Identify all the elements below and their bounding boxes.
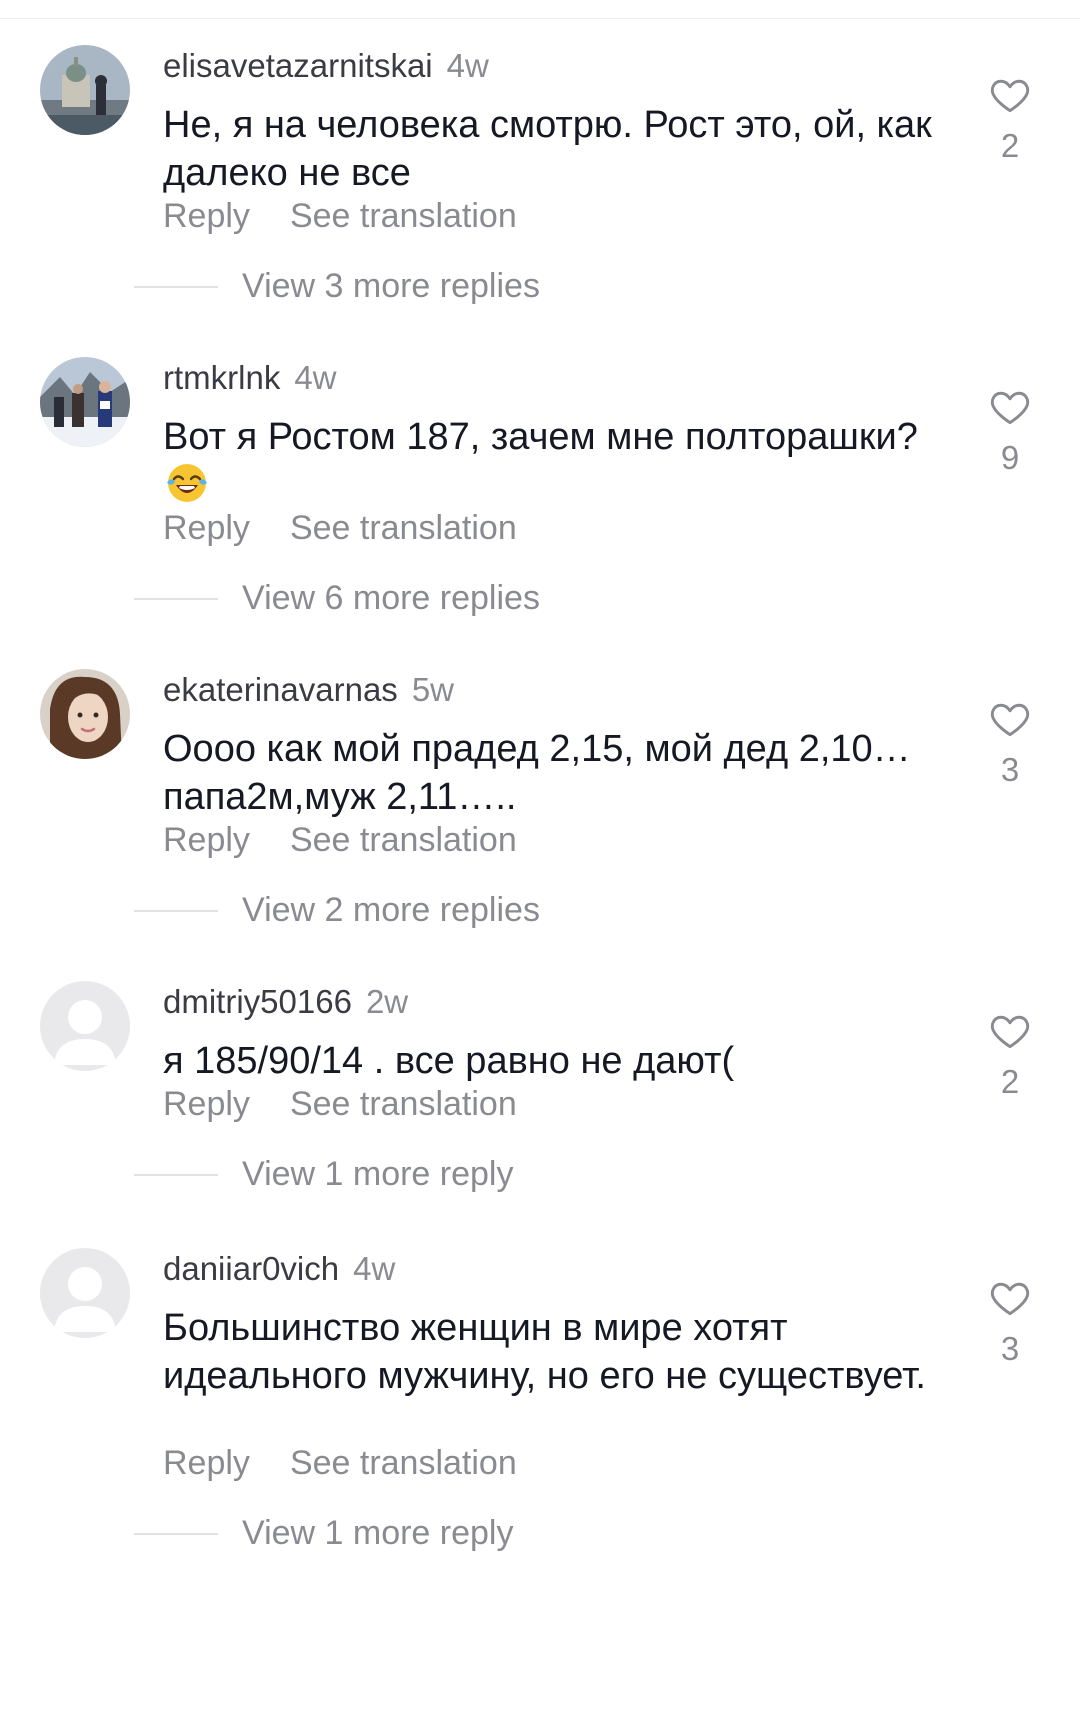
view-replies-button[interactable]: View 1 more reply	[134, 1514, 514, 1553]
reply-button[interactable]: Reply	[163, 1085, 250, 1124]
heart-outline-icon[interactable]	[988, 697, 1032, 741]
replies-divider	[134, 285, 218, 288]
reply-button[interactable]: Reply	[163, 197, 250, 236]
view-replies-button[interactable]: View 2 more replies	[134, 891, 540, 930]
comment-actions: Reply See translation	[163, 1085, 517, 1124]
username[interactable]: ekaterinavarnas	[163, 671, 398, 709]
avatar[interactable]	[40, 981, 130, 1071]
view-replies-label: View 6 more replies	[242, 579, 540, 617]
like-group: 3	[978, 697, 1042, 789]
heart-outline-icon[interactable]	[988, 73, 1032, 117]
top-divider	[0, 0, 1080, 19]
comment-header: ekaterinavarnas 5w	[163, 671, 454, 711]
timestamp: 4w	[446, 47, 489, 84]
timestamp: 5w	[411, 671, 454, 708]
comment-actions: Reply See translation	[163, 821, 517, 860]
avatar[interactable]	[40, 45, 130, 135]
avatar[interactable]	[40, 1248, 130, 1338]
like-count: 3	[1000, 751, 1020, 788]
avatar[interactable]	[40, 669, 130, 759]
comment-text: Оооо как мой прадед 2,15, мой дед 2,10…п…	[163, 728, 911, 818]
like-group: 9	[978, 385, 1042, 477]
reply-button[interactable]: Reply	[163, 509, 250, 548]
view-replies-button[interactable]: View 6 more replies	[134, 579, 540, 618]
username[interactable]: daniiar0vich	[163, 1250, 339, 1288]
comment-header: daniiar0vich 4w	[163, 1250, 395, 1290]
face-with-tears-of-joy-icon	[167, 464, 207, 502]
comment-text: Вот я Ростом 187, зачем мне полторашки?	[163, 413, 943, 509]
like-count: 9	[1000, 439, 1020, 476]
view-replies-label: View 3 more replies	[242, 267, 540, 305]
replies-divider	[134, 1173, 218, 1176]
view-replies-button[interactable]: View 1 more reply	[134, 1155, 514, 1194]
see-translation-button[interactable]: See translation	[290, 821, 517, 860]
comment-actions: Reply See translation	[163, 197, 517, 236]
replies-divider	[134, 1532, 218, 1535]
view-replies-button[interactable]: View 3 more replies	[134, 267, 540, 306]
username[interactable]: rtmkrlnk	[163, 359, 280, 397]
heart-outline-icon[interactable]	[988, 385, 1032, 429]
comment-header: dmitriy50166 2w	[163, 983, 408, 1023]
reply-button[interactable]: Reply	[163, 821, 250, 860]
see-translation-button[interactable]: See translation	[290, 509, 517, 548]
reply-button[interactable]: Reply	[163, 1444, 250, 1483]
comment-header: elisavetazarnitskai 4w	[163, 47, 489, 87]
comment-header: rtmkrlnk 4w	[163, 359, 337, 399]
heart-outline-icon[interactable]	[988, 1276, 1032, 1320]
timestamp: 2w	[365, 983, 409, 1020]
see-translation-button[interactable]: See translation	[290, 1085, 517, 1124]
see-translation-button[interactable]: See translation	[290, 1444, 517, 1483]
comment-actions: Reply See translation	[163, 1444, 517, 1483]
view-replies-label: View 2 more replies	[242, 891, 540, 929]
view-replies-label: View 1 more reply	[242, 1514, 514, 1552]
replies-divider	[134, 597, 218, 600]
like-group: 2	[978, 1009, 1042, 1101]
comment-text: Не, я на человека смотрю. Рост это, ой, …	[163, 104, 932, 194]
replies-divider	[134, 909, 218, 912]
like-count: 2	[1000, 127, 1020, 164]
timestamp: 4w	[353, 1250, 396, 1287]
avatar[interactable]	[40, 357, 130, 447]
like-group: 3	[978, 1276, 1042, 1368]
like-count: 3	[1000, 1330, 1020, 1367]
username[interactable]: dmitriy50166	[163, 983, 352, 1021]
comment-actions: Reply See translation	[163, 509, 517, 548]
like-count: 2	[1000, 1063, 1020, 1100]
username[interactable]: elisavetazarnitskai	[163, 47, 433, 85]
comment-text-body: Вот я Ростом 187, зачем мне полторашки?	[163, 416, 918, 458]
heart-outline-icon[interactable]	[988, 1009, 1032, 1053]
timestamp: 4w	[294, 359, 337, 396]
comment-text: я 185/90/14 . все равно не дают(	[163, 1040, 735, 1082]
view-replies-label: View 1 more reply	[242, 1155, 514, 1193]
see-translation-button[interactable]: See translation	[290, 197, 517, 236]
comment-text: Большинство женщин в мире хотят идеально…	[163, 1307, 926, 1397]
like-group: 2	[978, 73, 1042, 165]
